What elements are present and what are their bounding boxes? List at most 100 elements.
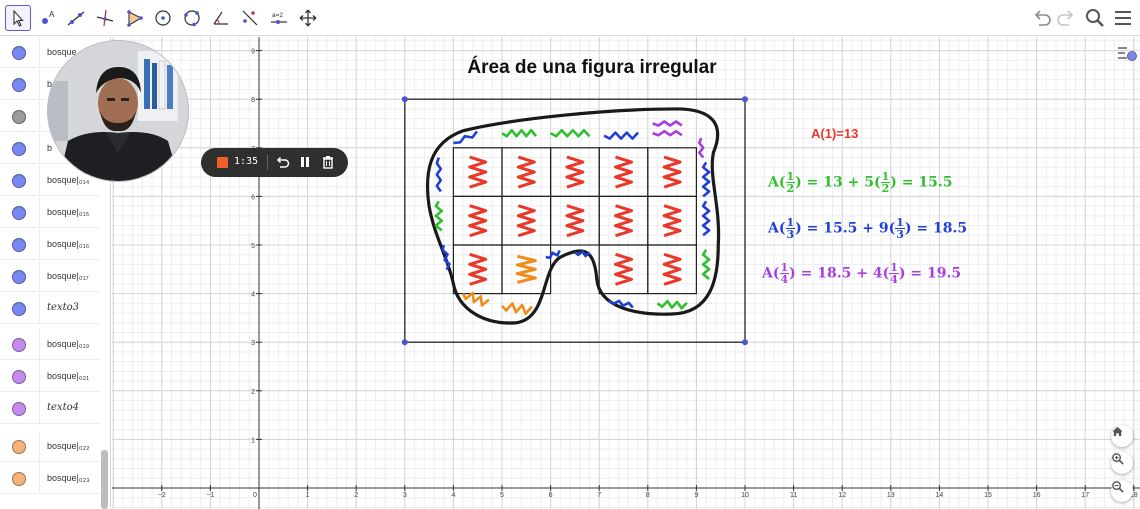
zoom-out-button[interactable] xyxy=(1111,480,1133,502)
algebra-object-row[interactable]: bosque|₀₁₆ xyxy=(0,229,100,260)
red-scribble xyxy=(614,155,633,189)
stop-recording-button[interactable] xyxy=(217,157,228,168)
reflect-tool-button[interactable] xyxy=(237,5,263,31)
algebra-row-label: bosque|₀₂₃ xyxy=(47,473,90,483)
algebra-text-row[interactable]: texto4 xyxy=(0,393,100,424)
unit-square xyxy=(452,195,503,246)
fraction-denominator: 2 xyxy=(786,182,795,195)
algebra-object-row[interactable]: bosque|₀₁₉ xyxy=(0,329,100,360)
menu-icon[interactable] xyxy=(1112,7,1134,29)
arrow-cursor-icon xyxy=(13,9,24,27)
angle-tool-button[interactable] xyxy=(208,5,234,31)
algebra-object-row[interactable]: bosque|₀₂₃ xyxy=(0,463,100,494)
line-icon xyxy=(67,11,85,26)
rectangle-vertex-point[interactable] xyxy=(742,96,748,103)
algebra-row-label: bosque|₀₂₁ xyxy=(47,371,90,381)
unit-square xyxy=(452,147,503,198)
undo-icon[interactable] xyxy=(1031,7,1053,29)
slider-icon: a=2 xyxy=(271,12,287,24)
reflect-line-icon xyxy=(242,10,258,26)
redo-icon[interactable] xyxy=(1055,7,1077,29)
row-divider xyxy=(39,463,40,494)
row-divider xyxy=(39,261,40,292)
fraction: 14 xyxy=(889,262,899,285)
unit-square xyxy=(452,244,503,295)
algebra-row-label: bosque|₀₁₄ xyxy=(47,175,90,185)
formula-result: ) = 15.5 xyxy=(890,174,953,191)
style-bar-icon[interactable] xyxy=(1115,42,1140,64)
undo-recording-icon[interactable] xyxy=(274,154,290,170)
visibility-toggle[interactable] xyxy=(12,238,26,252)
formula-prefix: A( xyxy=(762,265,780,282)
algebra-object-row[interactable]: bosque|₀₂₂ xyxy=(0,431,100,462)
visibility-toggle[interactable] xyxy=(12,402,26,416)
green-scribble xyxy=(701,249,711,281)
red-scribble xyxy=(565,204,585,238)
figure-drawing xyxy=(401,96,748,346)
perpendicular-tool-button[interactable] xyxy=(92,5,118,31)
algebra-object-row[interactable]: bosque|₀₁₇ xyxy=(0,261,100,292)
area-formula: A(1 2) = 13 + 5(1 2) = 15.5 xyxy=(768,171,952,194)
algebra-row-label: bosque|₀₁₉ xyxy=(47,339,90,349)
point-tool-button[interactable]: A xyxy=(35,5,61,31)
formula-middle: ) = 18.5 + 4( xyxy=(789,265,890,282)
algebra-object-row[interactable]: bosque|₀₂₁ xyxy=(0,361,100,392)
red-scribble xyxy=(662,155,682,189)
red-scribble xyxy=(516,204,536,238)
home-view-button[interactable] xyxy=(1111,425,1133,447)
algebra-text-row[interactable]: texto3 xyxy=(0,293,100,324)
rectangle-vertex-point[interactable] xyxy=(401,96,408,103)
move-tool-button[interactable] xyxy=(5,5,31,31)
row-divider xyxy=(39,197,40,228)
visibility-toggle[interactable] xyxy=(12,370,26,384)
zoom-in-button[interactable] xyxy=(1111,452,1133,474)
visibility-toggle[interactable] xyxy=(12,110,26,124)
blue-scribble xyxy=(701,161,711,198)
slider-tool-button[interactable]: a=2 xyxy=(266,5,292,31)
red-scribble xyxy=(614,252,633,286)
slider-tool-label: a=2 xyxy=(272,12,283,19)
line-tool-button[interactable] xyxy=(63,5,89,31)
visibility-toggle[interactable] xyxy=(12,174,26,188)
unit-square xyxy=(501,195,552,246)
pause-icon[interactable] xyxy=(297,154,313,170)
circle-three-points-tool-button[interactable] xyxy=(179,5,205,31)
search-icon[interactable] xyxy=(1084,7,1106,29)
visibility-toggle[interactable] xyxy=(12,472,26,486)
algebra-object-row[interactable]: bosque|₀₁₅ xyxy=(0,197,100,228)
visibility-toggle[interactable] xyxy=(12,302,26,316)
algebra-row-label: bosque|₀₁₇ xyxy=(47,271,89,281)
row-divider xyxy=(39,165,40,196)
visibility-toggle[interactable] xyxy=(12,206,26,220)
algebra-row-label: texto4 xyxy=(47,402,79,413)
polygon-tool-button[interactable] xyxy=(122,5,148,31)
rectangle-vertex-point[interactable] xyxy=(401,339,408,346)
row-divider xyxy=(39,361,40,392)
zoom-out-icon xyxy=(1112,481,1124,493)
purple-scribble xyxy=(652,120,683,127)
circle-three-points-icon xyxy=(184,10,200,27)
algebra-row-label: texto3 xyxy=(47,302,79,313)
fraction-denominator: 2 xyxy=(881,182,890,195)
orange-scribble xyxy=(515,254,537,284)
angle-icon xyxy=(213,11,228,25)
trash-icon[interactable] xyxy=(320,154,336,170)
visibility-toggle[interactable] xyxy=(12,270,26,284)
unit-square xyxy=(598,195,649,246)
visibility-toggle[interactable] xyxy=(12,440,26,454)
circle-center-icon xyxy=(155,10,171,26)
visibility-toggle[interactable] xyxy=(12,338,26,352)
blue-scribble xyxy=(701,200,711,237)
algebra-scrollbar[interactable] xyxy=(101,450,108,509)
visibility-toggle[interactable] xyxy=(12,78,26,92)
unit-square xyxy=(647,195,697,246)
unit-square xyxy=(647,244,697,295)
move-view-tool-button[interactable] xyxy=(295,5,321,31)
graphics-view[interactable]: −2−1012345678910111213141516171812345678… xyxy=(112,37,1140,509)
rectangle-vertex-point[interactable] xyxy=(742,339,748,346)
visibility-toggle[interactable] xyxy=(12,46,26,60)
circle-tool-button[interactable] xyxy=(150,5,176,31)
row-divider xyxy=(39,101,40,132)
visibility-toggle[interactable] xyxy=(12,142,26,156)
fraction-denominator: 4 xyxy=(780,273,789,286)
